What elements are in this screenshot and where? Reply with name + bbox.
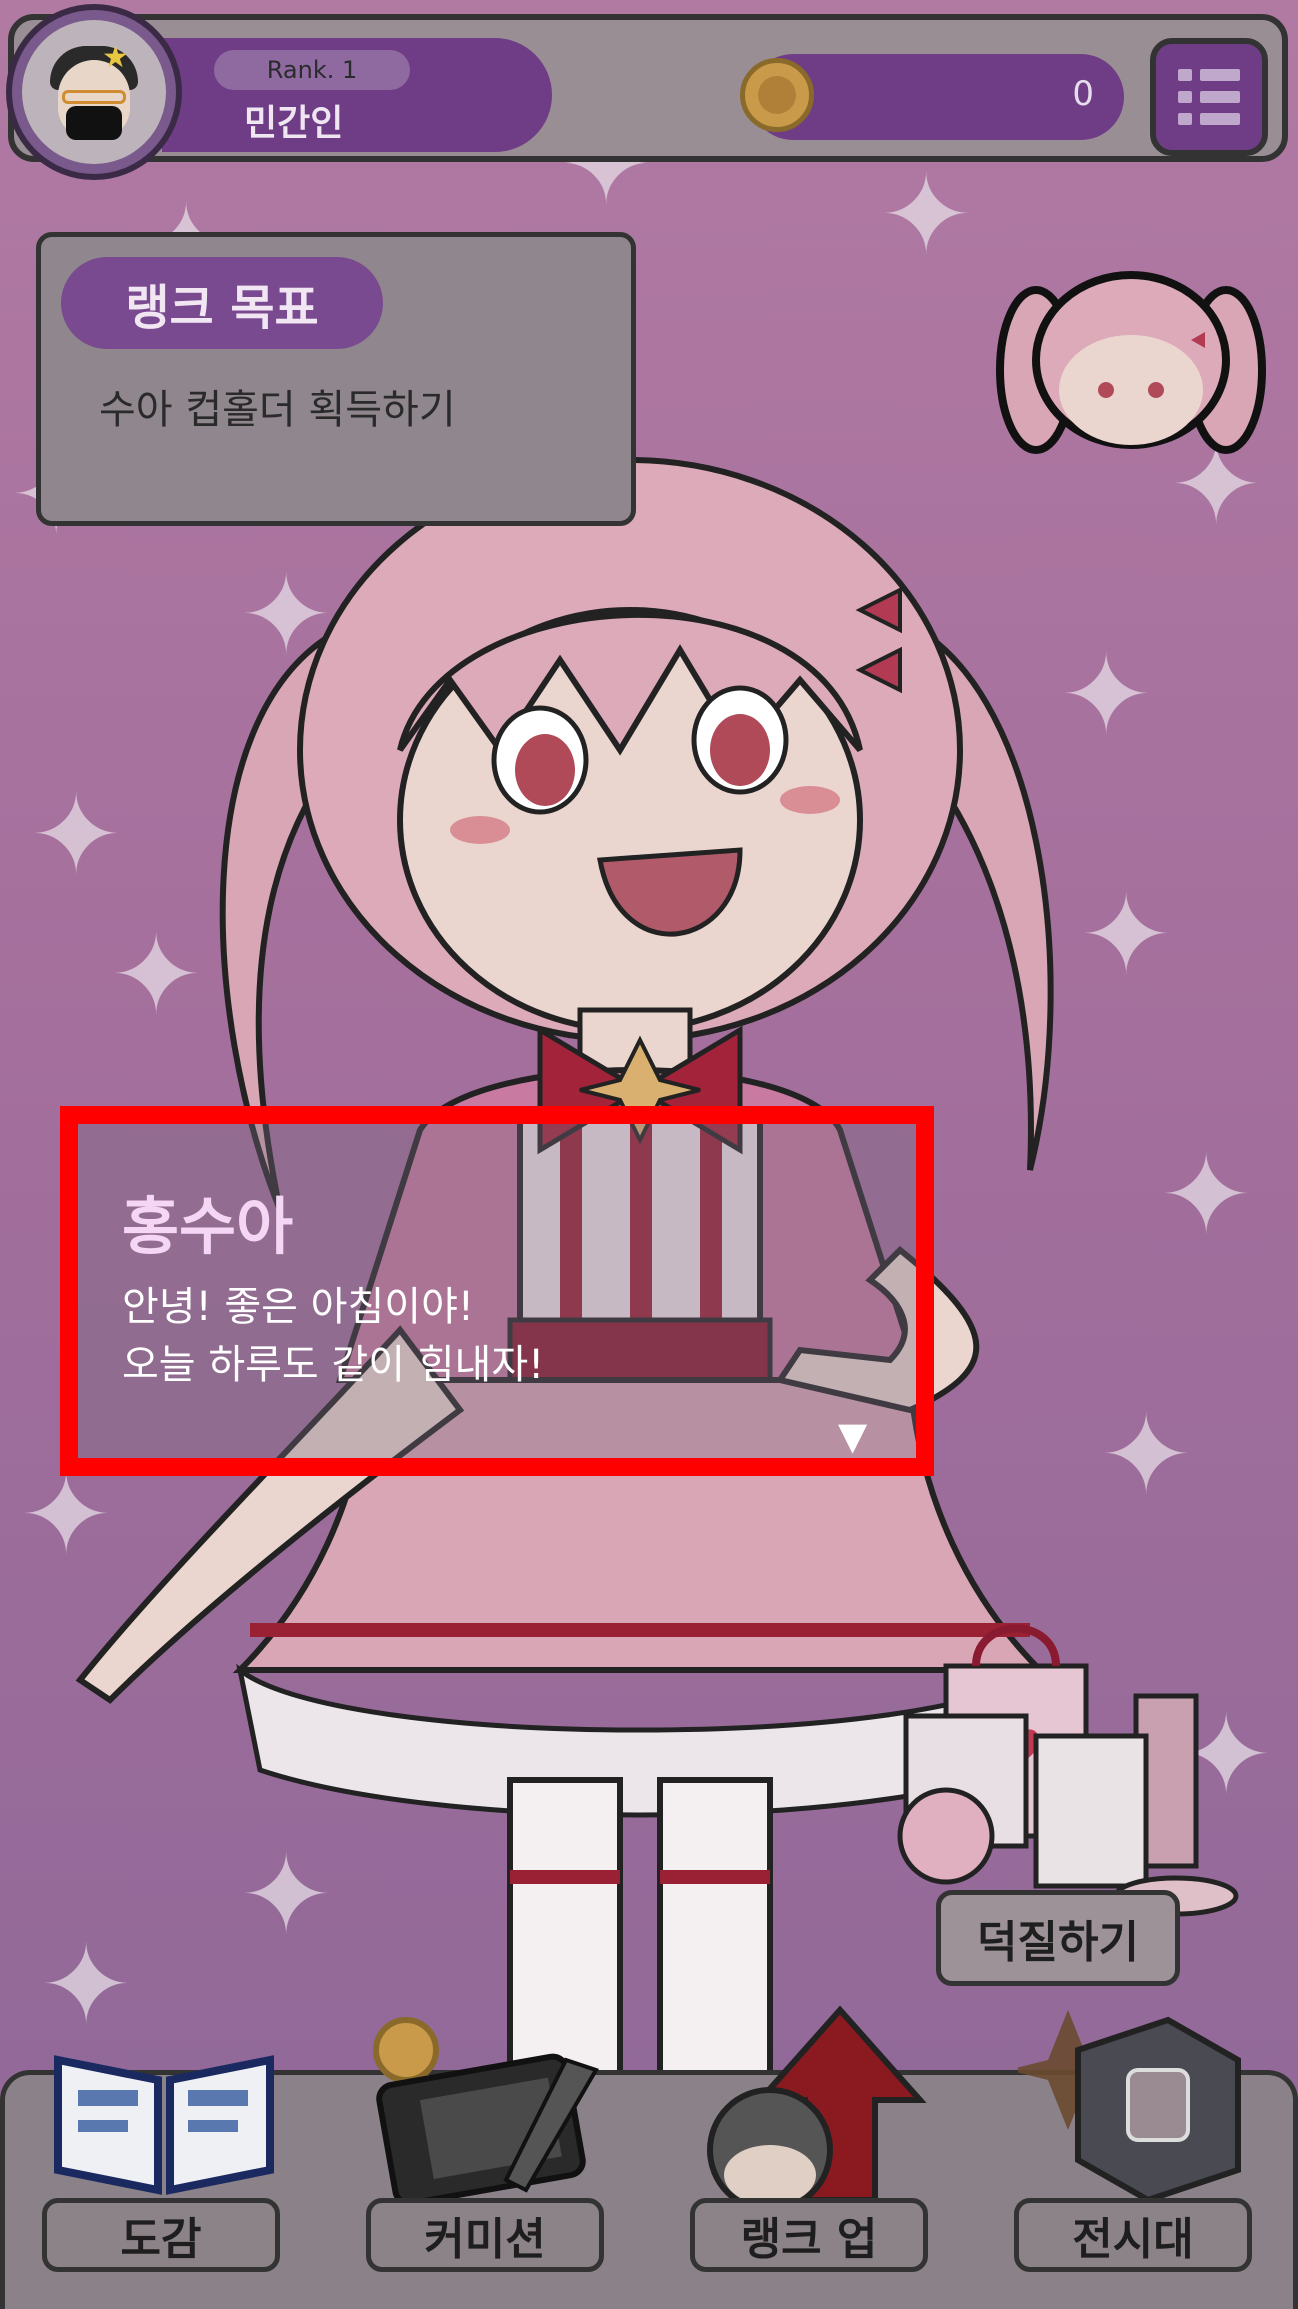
coin-counter: 0 — [740, 54, 1124, 140]
dialogue-line: 오늘 하루도 같이 힘내자! — [122, 1342, 545, 1388]
rank-up-arrow-icon[interactable] — [690, 2000, 930, 2200]
display-case-icon[interactable] — [1018, 2000, 1258, 2200]
rank-goal-text: 수아 컵홀더 획득하기 — [99, 387, 456, 433]
rank-panel: Rank. 1 민간인 — [162, 38, 552, 152]
menu-button[interactable] — [1150, 38, 1268, 156]
chibi-head-icon[interactable] — [996, 270, 1266, 470]
rank-level: Rank. 1 — [214, 50, 410, 90]
player-avatar[interactable]: ★ — [6, 4, 182, 180]
drawing-tablet-icon[interactable] — [366, 2010, 606, 2200]
merch-goods-icon[interactable] — [886, 1596, 1244, 1936]
book-icon[interactable] — [48, 2030, 280, 2200]
nav-display-button[interactable]: 전시대 — [1014, 2198, 1252, 2272]
nav-rank-up-button[interactable]: 랭크 업 — [690, 2198, 928, 2272]
rank-title: 민간인 — [244, 103, 344, 144]
speaker-name: 홍수아 — [122, 1190, 294, 1263]
sparkle-icon: ✦ — [880, 151, 973, 279]
coin-value: 0 — [1072, 74, 1094, 114]
dialogue-box[interactable]: 홍수아 안녕! 좋은 아침이야! 오늘 하루도 같이 힘내자! ▼ — [60, 1106, 934, 1476]
coin-icon — [740, 58, 814, 132]
top-bar: Rank. 1 민간인 0 — [8, 14, 1288, 162]
rank-goal-card[interactable]: 랭크 목표 수아 컵홀더 획득하기 — [36, 232, 636, 526]
next-arrow-icon[interactable]: ▼ — [838, 1414, 867, 1458]
star-icon: ★ — [102, 40, 129, 75]
deokjil-button[interactable]: 덕질하기 — [936, 1890, 1180, 1986]
dialogue-line: 안녕! 좋은 아침이야! — [122, 1284, 474, 1330]
menu-list-icon — [1178, 69, 1240, 81]
nav-encyclopedia-button[interactable]: 도감 — [42, 2198, 280, 2272]
nav-commission-button[interactable]: 커미션 — [366, 2198, 604, 2272]
rank-goal-title: 랭크 목표 — [61, 257, 383, 349]
